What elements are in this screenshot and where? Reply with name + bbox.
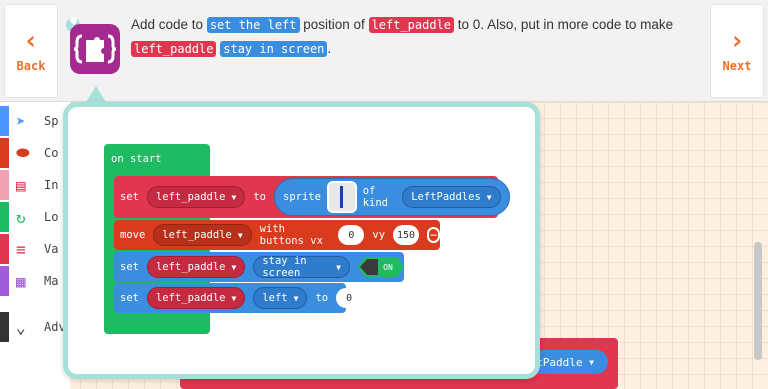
puzzle-hint-icon — [66, 17, 120, 74]
dropdown-triangle-icon: ▼ — [237, 230, 243, 240]
toolbox-item-label: Ma — [44, 274, 59, 288]
workspace-scrollbar[interactable] — [754, 242, 762, 360]
on-off-toggle[interactable]: ON — [358, 257, 404, 277]
category-color-bar — [0, 234, 9, 264]
toolbox: ➤ Sp ⬬ Co ▤ In ↻ Lo ≡ Va ▦ Ma ⌄ Adv — [0, 102, 70, 389]
id-card-icon: ▤ — [16, 175, 26, 195]
next-button[interactable]: › Next — [710, 4, 764, 98]
variable-name: left_paddle — [155, 292, 226, 304]
sprite-image-editor[interactable] — [326, 181, 357, 213]
hint-token-set-left: set the left — [206, 17, 300, 33]
toolbox-item-info[interactable]: ▤ In — [0, 170, 70, 200]
instruction-bar: ‹ Back Add code to set the left position… — [0, 0, 768, 102]
chevron-right-icon: › — [729, 26, 745, 56]
flag-name: stay in screen — [262, 255, 307, 279]
calculator-icon: ▦ — [16, 271, 26, 291]
paper-plane-icon: ➤ — [16, 111, 26, 131]
of-kind-keyword: of kind — [362, 185, 388, 209]
toolbox-item-math[interactable]: ▦ Ma — [0, 266, 70, 296]
set-sprite-block[interactable]: set left_paddle ▼ to sprite of kind LeftP… — [114, 176, 510, 218]
to-keyword: to — [253, 191, 266, 203]
property-name: left — [262, 292, 288, 304]
dropdown-triangle-icon: ▼ — [231, 262, 237, 272]
sprite-of-kind-block[interactable]: sprite of kind LeftPaddles ▼ — [274, 178, 510, 216]
with-buttons-label: with buttons vx — [259, 223, 323, 247]
toolbox-item-label: Va — [44, 242, 59, 256]
toolbox-item-sprites[interactable]: ➤ Sp — [0, 106, 70, 136]
variable-dropdown[interactable]: left_paddle ▼ — [146, 287, 246, 309]
variable-name: left_paddle — [162, 229, 232, 241]
set-keyword: set — [120, 292, 139, 304]
hint-text: Add code to set the left position of lef… — [131, 13, 701, 61]
category-color-bar — [0, 312, 9, 342]
next-label: Next — [722, 59, 752, 73]
back-label: Back — [16, 59, 46, 73]
toggle-label: ON — [383, 262, 393, 272]
vy-label: vy — [372, 229, 386, 241]
popup-pointer — [86, 86, 106, 102]
vy-input[interactable]: 150 — [393, 225, 420, 245]
category-color-bar — [0, 138, 9, 168]
hint-text-part: Add code to — [131, 17, 207, 32]
vx-input[interactable]: 0 — [338, 225, 365, 245]
toolbox-item-label: In — [44, 178, 59, 192]
toolbox-item-label: Lo — [44, 210, 59, 224]
variable-dropdown[interactable]: left_paddle ▼ — [146, 256, 246, 278]
variable-name: left_paddle — [155, 261, 226, 273]
category-color-bar — [0, 170, 9, 200]
move-with-buttons-block[interactable]: move left_paddle ▼ with buttons vx 0 vy 1… — [114, 220, 440, 250]
toolbox-item-controller[interactable]: ⬬ Co — [0, 138, 70, 168]
set-keyword: set — [120, 191, 139, 203]
toolbox-item-variables[interactable]: ≡ Va — [0, 234, 70, 264]
toolbox-item-advanced[interactable]: ⌄ Adv — [0, 312, 70, 342]
set-position-block[interactable]: set left_paddle ▼ left ▼ to 0 — [114, 283, 363, 313]
to-keyword: to — [315, 292, 329, 304]
property-dropdown[interactable]: left ▼ — [253, 287, 308, 309]
category-color-bar — [0, 266, 9, 296]
chevron-down-icon: ⌄ — [16, 317, 26, 337]
move-keyword: move — [120, 229, 146, 241]
dropdown-triangle-icon: ▼ — [231, 293, 237, 303]
dropdown-triangle-icon: ▼ — [589, 357, 594, 367]
toolbox-item-label: Co — [44, 146, 59, 160]
category-color-bar — [0, 202, 9, 232]
collapse-minus-icon[interactable]: − — [427, 227, 440, 243]
hint-token-stay-in-screen: stay in screen — [220, 41, 328, 57]
set-stay-in-screen-block[interactable]: set left_paddle ▼ stay in screen ▼ ON — [114, 252, 404, 282]
list-icon: ≡ — [16, 239, 26, 259]
dropdown-triangle-icon: ▼ — [293, 293, 299, 303]
set-keyword: set — [120, 261, 139, 273]
kind-name: LeftPaddles — [411, 191, 481, 203]
hint-token-left-paddle: left_paddle — [368, 17, 455, 33]
dropdown-triangle-icon: ▼ — [486, 192, 492, 202]
variable-dropdown[interactable]: left_paddle ▼ — [146, 186, 246, 208]
on-start-label: on start — [111, 153, 162, 165]
toolbox-item-loops[interactable]: ↻ Lo — [0, 202, 70, 232]
sprite-keyword: sprite — [283, 191, 321, 203]
category-color-bar — [0, 106, 9, 136]
hint-text-part: position of — [299, 17, 369, 32]
flag-dropdown[interactable]: stay in screen ▼ — [253, 255, 350, 279]
variable-dropdown[interactable]: left_paddle ▼ — [153, 224, 252, 246]
hint-text-part: . — [327, 41, 332, 56]
toolbox-item-label: Sp — [44, 114, 59, 128]
gamepad-icon: ⬬ — [16, 143, 30, 162]
hint-text-part: to 0. Also, put in more code to make — [454, 17, 674, 32]
hint-token-left-paddle: left_paddle — [131, 41, 217, 57]
back-button[interactable]: ‹ Back — [4, 4, 58, 98]
kind-dropdown[interactable]: LeftPaddles ▼ — [402, 186, 501, 208]
paddle-sprite-image — [340, 186, 344, 208]
dropdown-triangle-icon: ▼ — [336, 262, 341, 272]
dropdown-triangle-icon: ▼ — [231, 192, 237, 202]
position-value-input[interactable]: 0 — [336, 288, 363, 308]
chevron-left-icon: ‹ — [23, 26, 39, 56]
variable-name: left_paddle — [155, 191, 226, 203]
loop-icon: ↻ — [16, 207, 26, 227]
